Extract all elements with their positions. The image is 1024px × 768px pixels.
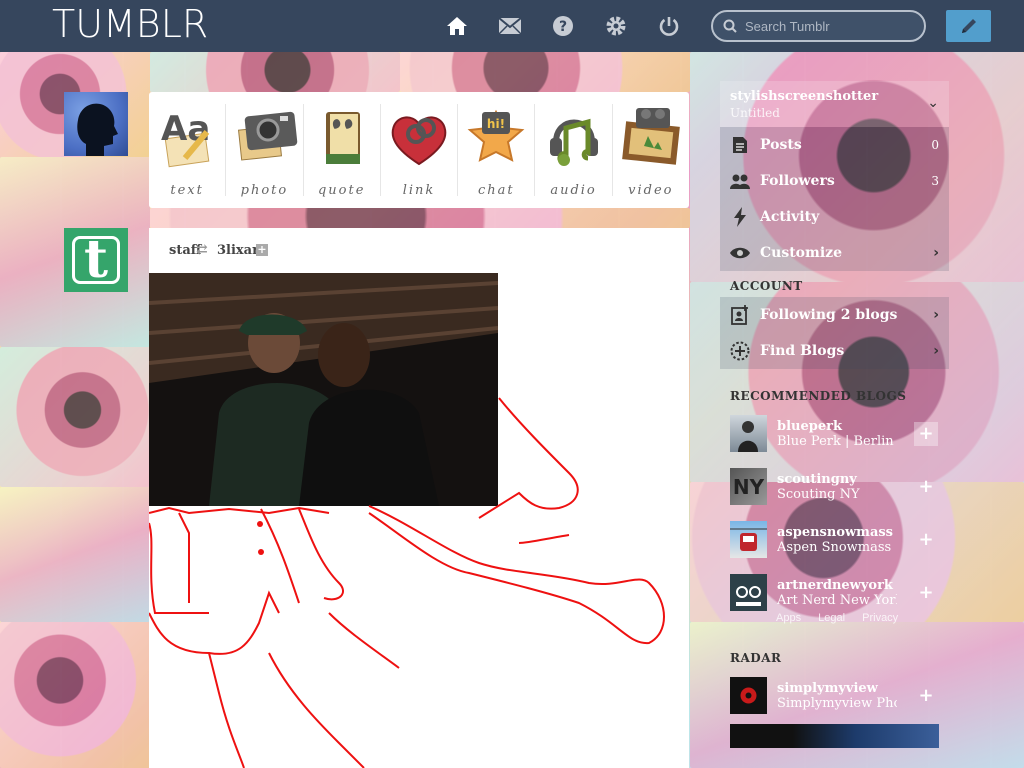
followers-icon [730,171,750,191]
background-tile [150,52,400,92]
follow-plus-button[interactable]: + [914,421,938,446]
blog-menu: Posts 0 Followers 3 Activity Customize › [720,127,949,271]
follow-plus-button[interactable]: + [914,581,938,605]
recommended-blog[interactable]: NY scoutingny Scouting NY + [720,460,949,513]
footer-link-legal[interactable]: Legal [818,612,845,624]
chat-star-icon: hi! [467,109,525,162]
heart-link-icon [391,116,447,166]
follow-plus-button[interactable]: + [914,528,938,552]
sidebar-item-activity[interactable]: Activity [720,199,949,235]
footer-link-apps[interactable]: Apps [776,612,801,624]
search-icon [723,19,737,33]
background-tile [0,622,150,768]
staff-avatar[interactable]: t [64,228,128,292]
sidebar-item-customize[interactable]: Customize › [720,235,949,271]
following-icon [730,305,750,325]
post-header: staff ⇄ 3lixar + [149,228,689,273]
background-tile [150,208,690,228]
pencil-icon [961,19,976,33]
svg-text:Aa: Aa [161,109,210,149]
svg-text:hi!: hi! [487,117,505,131]
post-type-text[interactable]: Aa text [149,104,227,198]
help-icon[interactable]: ? [550,13,576,39]
account-heading: ACCOUNT [730,279,803,293]
sidebar-item-followers[interactable]: Followers 3 [720,163,949,199]
silhouette-icon [77,103,118,156]
film-camera-icon [621,108,680,165]
recommended-blog[interactable]: blueperk Blue Perk | Berlin based + [720,407,949,460]
text-aa-icon: Aa [161,109,210,168]
eye-icon [730,243,750,263]
post-type-chat[interactable]: hi! chat [458,104,536,198]
compass-icon [730,341,750,361]
follow-plus-button[interactable]: + [914,684,938,708]
posts-count: 0 [931,138,939,152]
post-type-link[interactable]: link [381,104,459,198]
blog-name: stylishscreenshotter [730,89,879,104]
reblog-source-link[interactable]: 3lixar [217,243,259,258]
background-tile [0,487,150,622]
activity-bolt-icon [730,207,750,227]
svg-text:?: ? [559,19,567,35]
follow-plus-button[interactable]: + [914,475,938,499]
top-bar: TUMBLR ? [0,0,1024,52]
background-tile [0,347,150,487]
blog-avatar [730,521,767,558]
tumblr-logo[interactable]: TUMBLR [52,2,208,46]
follow-plus-button[interactable]: + [256,244,268,256]
mail-icon[interactable] [497,13,523,39]
blog-selector[interactable]: stylishscreenshotter Untitled ⌄ [720,81,949,127]
compose-button[interactable] [946,10,991,42]
headphones-icon [549,118,598,166]
reblog-icon: ⇄ [196,242,208,258]
radar-heading: RADAR [730,651,782,665]
radar-image[interactable] [730,724,939,748]
quote-book-icon [325,112,360,164]
red-sketch-drawing [149,397,665,768]
settings-icon[interactable] [603,13,629,39]
blog-subtitle: Untitled [730,106,780,120]
post-type-photo[interactable]: photo [226,104,304,198]
post-body [149,273,689,768]
sidebar: stylishscreenshotter Untitled ⌄ Posts 0 … [720,81,949,748]
recommended-heading: RECOMMENDED BLOGS [730,389,907,403]
recommended-blog[interactable]: aspensnowmass Aspen Snowmass + [720,513,949,566]
background-tile [400,52,690,92]
account-menu: Following 2 blogs › Find Blogs › [720,297,949,369]
sidebar-item-posts[interactable]: Posts 0 [720,127,949,163]
user-avatar[interactable] [64,92,128,156]
tumblr-t-icon: t [72,234,120,286]
sidebar-item-following[interactable]: Following 2 blogs › [720,297,949,333]
chevron-right-icon: › [933,307,939,323]
home-icon[interactable] [444,13,470,39]
post-type-audio[interactable]: audio [535,104,613,198]
sidebar-item-find-blogs[interactable]: Find Blogs › [720,333,949,369]
camera-icon [238,111,298,161]
blog-avatar: NY [730,468,767,505]
followers-count: 3 [931,174,939,188]
recommended-list: blueperk Blue Perk | Berlin based + NY s… [720,407,949,619]
footer-link-privacy[interactable]: Privacy [862,612,898,624]
blog-avatar [730,415,767,452]
blog-avatar [730,677,767,714]
search-box[interactable] [711,10,926,42]
chevron-right-icon: › [933,245,939,261]
power-icon[interactable] [656,13,682,39]
post-type-video[interactable]: video [613,104,689,198]
chevron-right-icon: › [933,343,939,359]
post-type-quote[interactable]: quote [304,104,381,198]
search-input[interactable] [745,18,915,34]
posts-icon [730,135,750,155]
chevron-down-icon: ⌄ [927,95,939,111]
radar-blog[interactable]: simplymyview Simplymyview Photography + [720,669,949,722]
blog-avatar [730,574,767,611]
post-type-bar: Aa text photo quote link hi! chat audio … [149,92,689,208]
footer-links: Apps Legal Privacy [776,612,912,624]
